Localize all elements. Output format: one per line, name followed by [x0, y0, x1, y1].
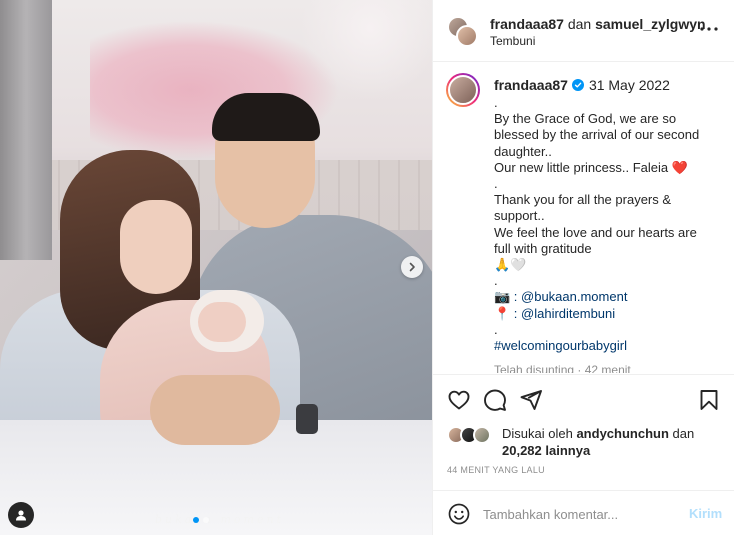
save-button[interactable]: [697, 388, 721, 412]
share-button[interactable]: [519, 388, 543, 412]
likes-prefix: Disukai oleh: [502, 426, 573, 441]
photo-curtain: [0, 0, 52, 260]
caption-line: 🙏🤍: [494, 257, 527, 273]
caption-line: We feel the love and our hearts are: [494, 224, 697, 240]
likes-summary: Disukai oleh andychunchun dan 20,282 lai…: [447, 422, 727, 462]
tagged-users-button[interactable]: [8, 502, 34, 528]
caption-edited-note: Telah disunting · 42 menit: [494, 363, 631, 373]
caption-date: 31 May 2022: [588, 77, 670, 93]
caption-line: blessed by the arrival of our second: [494, 127, 700, 143]
post-comment-button[interactable]: Kirim: [689, 506, 722, 521]
username-link[interactable]: samuel_zylgwyn: [595, 16, 706, 32]
more-options-button[interactable]: [699, 19, 719, 39]
caption-mention-location[interactable]: 📍 : @lahirditembuni: [494, 306, 704, 322]
photo-baby-face: [198, 302, 246, 342]
emoji-button[interactable]: [447, 502, 471, 526]
comment-composer: Kirim: [433, 490, 734, 535]
avatar: [473, 426, 491, 444]
post-header: frandaaa87 dan samuel_zylgwyn Tembuni: [433, 0, 734, 62]
liker-username[interactable]: andychunchun: [576, 426, 668, 441]
caption-line: Thank you for all the prayers &: [494, 192, 672, 208]
caption-header: frandaaa87 31 May 2022: [494, 77, 670, 93]
photo-man-hair: [212, 93, 320, 141]
send-icon: [520, 390, 542, 410]
liker-avatars[interactable]: [447, 426, 497, 446]
post-side-panel: frandaaa87 dan samuel_zylgwyn Tembuni fr…: [432, 0, 734, 535]
carousel-indicator: [193, 517, 209, 523]
smiley-icon: [448, 503, 470, 525]
caption-section: frandaaa87 31 May 2022 . By the Grace of…: [433, 63, 734, 373]
photo-watch: [296, 404, 318, 434]
collab-usernames: frandaaa87 dan samuel_zylgwyn: [490, 16, 706, 32]
action-bar: [433, 374, 734, 424]
bookmark-icon: [700, 390, 718, 410]
avatar: [456, 25, 478, 47]
caption-line: .: [494, 95, 498, 110]
more-horizontal-icon: [700, 27, 718, 31]
likes-text: Disukai oleh andychunchun dan 20,282 lai…: [502, 426, 722, 459]
instagram-post: bukaan moment frandaaa87 dan samuel_zylg…: [0, 0, 734, 535]
caption-line: By the Grace of God, we are so: [494, 111, 677, 127]
like-button[interactable]: [447, 388, 471, 412]
photo-hand: [150, 375, 280, 445]
caption-line: Our new little princess.. Faleia ❤️: [494, 159, 688, 175]
likes-joiner: dan: [672, 426, 695, 441]
carousel-dot: [203, 517, 209, 523]
collab-avatars[interactable]: [447, 16, 478, 47]
joiner-text: dan: [567, 16, 592, 32]
photo-watermark: bukaan moment: [155, 513, 284, 526]
post-photo[interactable]: bukaan moment: [0, 0, 432, 535]
heart-icon: [448, 390, 470, 410]
caption-line: .: [494, 273, 498, 289]
caption-line: daughter..: [494, 143, 552, 159]
likes-count-link[interactable]: 20,282 lainnya: [502, 443, 590, 458]
caption-username[interactable]: frandaaa87: [494, 77, 568, 93]
comment-icon: [484, 389, 506, 411]
caption-text: . By the Grace of God, we are so blessed…: [494, 95, 704, 354]
comment-button[interactable]: [483, 388, 507, 412]
username-link[interactable]: frandaaa87: [490, 16, 564, 32]
photo-lamp-glow: [300, 0, 432, 100]
caption-line: .: [494, 176, 498, 192]
photo-woman-face: [120, 200, 192, 294]
caption-mention-photographer[interactable]: 📷 : @bukaan.moment: [494, 289, 704, 305]
caption-line: .: [494, 321, 498, 337]
caption-line: support..: [494, 208, 545, 224]
post-timestamp[interactable]: 44 MENIT YANG LALU: [447, 465, 545, 475]
location-link[interactable]: Tembuni: [490, 34, 535, 48]
comment-input[interactable]: [483, 502, 673, 526]
carousel-dot-active: [193, 517, 199, 523]
chevron-right-icon: [409, 262, 415, 272]
carousel-next-button[interactable]: [401, 256, 423, 278]
caption-avatar[interactable]: [446, 73, 480, 107]
caption-line: full with gratitude: [494, 240, 592, 256]
verified-badge-icon: [571, 79, 584, 91]
caption-hashtag[interactable]: #welcomingourbabygirl: [494, 338, 704, 354]
user-icon: [16, 510, 26, 521]
